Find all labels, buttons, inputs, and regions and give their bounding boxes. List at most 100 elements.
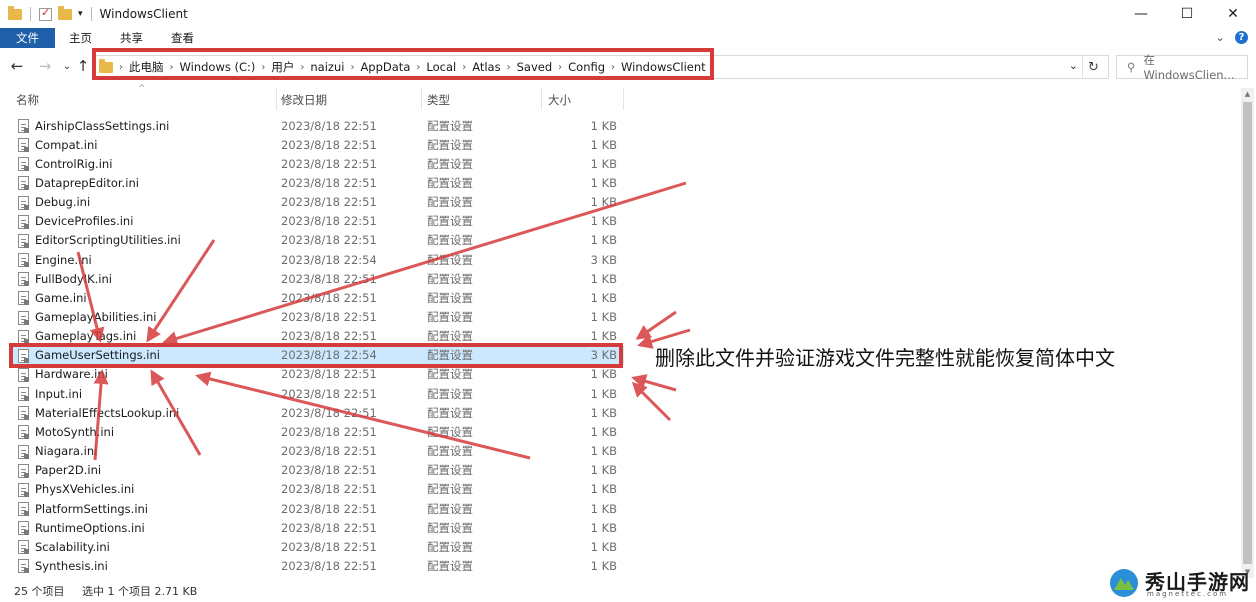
file-row[interactable]: ControlRig.ini 2023/8/18 22:51 配置设置 1 KB (12, 154, 624, 173)
file-row[interactable]: DeviceProfiles.ini 2023/8/18 22:51 配置设置 1 K… (12, 212, 624, 231)
file-size: 1 KB (590, 558, 617, 573)
file-row[interactable]: Engine.ini 2023/8/18 22:54 配置设置 3 KB (12, 250, 624, 269)
ini-file-icon (18, 119, 29, 133)
file-row[interactable]: FullBodyIK.ini 2023/8/18 22:51 配置设置 1 KB (12, 269, 624, 288)
column-size[interactable]: 大小 (548, 92, 571, 108)
file-row[interactable]: Synthesis.ini 2023/8/18 22:51 配置设置 1 KB (12, 556, 624, 575)
file-size: 1 KB (590, 463, 617, 478)
tab-file[interactable]: 文件 (0, 28, 55, 48)
ini-file-icon (18, 157, 29, 172)
annotation-text: 删除此文件并验证游戏文件完整性就能恢复简体中文 (655, 346, 1115, 370)
file-date: 2023/8/18 22:51 (281, 386, 377, 401)
tab-home[interactable]: 主页 (55, 28, 106, 48)
file-type: 配置设置 (427, 214, 473, 229)
file-row[interactable]: Scalability.ini 2023/8/18 22:51 配置设置 1 KB (12, 537, 624, 556)
file-type: 配置设置 (427, 252, 473, 267)
ribbon-tabs: 文件 主页 共享 查看 ⌄ ? (0, 28, 1256, 48)
file-date: 2023/8/18 22:51 (281, 175, 377, 190)
quick-access-toolbar: ▾ (0, 5, 94, 21)
file-type: 配置设置 (427, 520, 473, 535)
file-size: 1 KB (590, 118, 617, 133)
file-type: 配置设置 (427, 463, 473, 478)
file-size: 1 KB (590, 482, 617, 497)
ini-file-icon (18, 502, 29, 516)
file-name: ControlRig.ini (35, 156, 113, 171)
file-name: GameplayTags.ini (35, 329, 137, 344)
file-date: 2023/8/18 22:51 (281, 118, 377, 133)
maximize-button[interactable]: ☐ (1164, 0, 1210, 28)
help-icon[interactable]: ? (1235, 30, 1248, 44)
file-date: 2023/8/18 22:51 (281, 195, 377, 210)
file-name: PhysXVehicles.ini (35, 482, 135, 497)
file-row[interactable]: Compat.ini 2023/8/18 22:51 配置设置 1 KB (12, 135, 624, 154)
file-row[interactable]: EditorScriptingUtilities.ini 2023/8/18 22… (12, 231, 624, 250)
file-name: Game.ini (35, 290, 87, 305)
file-date: 2023/8/18 22:51 (281, 271, 377, 286)
file-size: 1 KB (590, 405, 617, 420)
new-folder-icon[interactable] (58, 5, 72, 20)
ini-file-icon (18, 214, 29, 229)
file-date: 2023/8/18 22:51 (281, 290, 377, 305)
ini-file-icon (18, 482, 29, 497)
column-type[interactable]: 类型 (427, 92, 450, 108)
scroll-up-icon[interactable]: ▲ (1241, 88, 1254, 100)
file-name: Paper2D.ini (35, 463, 102, 478)
file-type: 配置设置 (427, 424, 473, 439)
file-name: FullBodyIK.ini (35, 271, 112, 286)
file-row[interactable]: Niagara.ini 2023/8/18 22:51 配置设置 1 KB (12, 442, 624, 461)
address-dropdown-icon[interactable]: ⌄ (1069, 59, 1078, 72)
ini-file-icon (18, 425, 29, 440)
file-name: Hardware.ini (35, 367, 108, 382)
file-row[interactable]: Game.ini 2023/8/18 22:51 配置设置 1 KB (12, 288, 624, 307)
minimize-button[interactable]: — (1118, 0, 1164, 28)
file-row[interactable]: Paper2D.ini 2023/8/18 22:51 配置设置 1 KB (12, 461, 624, 480)
file-size: 1 KB (590, 195, 617, 210)
close-button[interactable]: ✕ (1210, 0, 1256, 28)
file-date: 2023/8/18 22:51 (281, 405, 377, 420)
ini-file-icon (18, 463, 29, 478)
file-type: 配置设置 (427, 156, 473, 171)
file-date: 2023/8/18 22:51 (281, 444, 377, 459)
file-name: Scalability.ini (35, 539, 110, 554)
scrollbar-thumb[interactable] (1243, 102, 1252, 564)
refresh-icon[interactable]: ↻ (1082, 56, 1104, 78)
file-size: 1 KB (590, 444, 617, 459)
expand-ribbon-icon[interactable]: ⌄ (1215, 30, 1225, 44)
vertical-scrollbar[interactable]: ▲ ▼ (1241, 88, 1254, 578)
search-icon: ⚲ (1127, 60, 1136, 74)
column-date[interactable]: 修改日期 (281, 92, 327, 108)
file-date: 2023/8/18 22:51 (281, 520, 377, 535)
ini-file-icon (18, 521, 29, 536)
ini-file-icon (18, 559, 29, 574)
file-row[interactable]: Debug.ini 2023/8/18 22:51 配置设置 1 KB (12, 193, 624, 212)
file-row[interactable]: MaterialEffectsLookup.ini 2023/8/18 22:51… (12, 403, 624, 422)
file-row[interactable]: Input.ini 2023/8/18 22:51 配置设置 1 KB (12, 384, 624, 403)
up-arrow-icon[interactable]: ↑ (74, 56, 92, 76)
tab-view[interactable]: 查看 (157, 28, 208, 48)
file-row[interactable]: DataprepEditor.ini 2023/8/18 22:51 配置设置 1 K… (12, 173, 624, 192)
file-type: 配置设置 (427, 329, 473, 344)
file-row[interactable]: PhysXVehicles.ini 2023/8/18 22:51 配置设置 1 KB (12, 480, 624, 499)
watermark-url: magnettec.com (1147, 590, 1229, 598)
ini-file-icon (18, 233, 29, 248)
forward-arrow-icon[interactable]: → (36, 56, 54, 76)
column-divider[interactable] (541, 88, 542, 110)
file-row[interactable]: RuntimeOptions.ini 2023/8/18 22:51 配置设置 1 K… (12, 518, 624, 537)
file-row[interactable]: AirshipClassSettings.ini 2023/8/18 22:51 配… (12, 116, 624, 135)
column-name[interactable]: 名称 (16, 92, 39, 108)
file-row[interactable]: PlatformSettings.ini 2023/8/18 22:51 配置设置 1… (12, 499, 624, 518)
column-divider[interactable] (421, 88, 422, 110)
status-bar: 25 个项目 选中 1 个项目 2.71 KB (0, 580, 700, 600)
ini-file-icon (18, 291, 29, 306)
properties-icon[interactable] (39, 6, 52, 21)
search-input[interactable]: ⚲ 在 WindowsClien... (1116, 53, 1248, 82)
back-arrow-icon[interactable]: ← (8, 56, 26, 76)
file-row[interactable]: MotoSynth.ini 2023/8/18 22:51 配置设置 1 KB (12, 422, 624, 441)
file-type: 配置设置 (427, 386, 473, 401)
file-size: 1 KB (590, 175, 617, 190)
file-row[interactable]: GameplayAbilities.ini 2023/8/18 22:51 配置设置… (12, 308, 624, 327)
column-divider[interactable] (276, 88, 277, 110)
column-divider[interactable] (623, 88, 624, 110)
customize-toolbar-icon[interactable]: ▾ (78, 9, 83, 19)
tab-share[interactable]: 共享 (106, 28, 157, 48)
